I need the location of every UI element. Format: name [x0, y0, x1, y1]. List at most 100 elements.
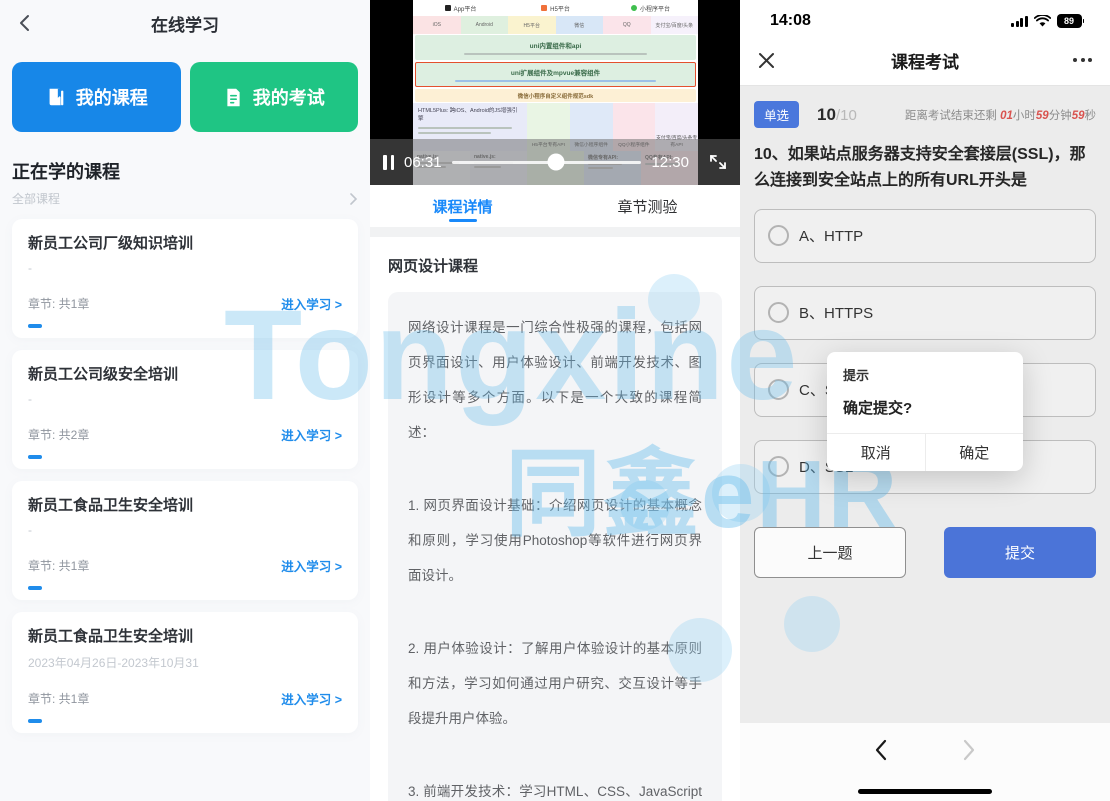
slide-col-h5: H5平台 — [508, 16, 556, 34]
course-subtitle: - — [28, 261, 342, 276]
nav-forward-icon[interactable] — [962, 739, 976, 761]
slide-col-alipay: 支付宝/百度/头条 — [651, 16, 699, 34]
exam-countdown: 距离考试结束还剩 01小时59分钟59秒 — [905, 107, 1096, 123]
slide-col-ios: iOS — [413, 16, 461, 34]
course-progress-bar — [28, 324, 42, 328]
course-subtitle: - — [28, 523, 342, 538]
tab-course-detail[interactable]: 课程详情 — [370, 185, 555, 227]
my-courses-label: 我的课程 — [76, 84, 148, 110]
detail-tabs: 课程详情 章节测验 — [370, 185, 740, 227]
close-icon[interactable] — [758, 52, 775, 69]
submit-button[interactable]: 提交 — [944, 527, 1096, 578]
exam-title: 课程考试 — [891, 48, 959, 73]
enter-study-link[interactable]: 进入学习 > — [281, 556, 342, 575]
course-title: 新员工公司厂级知识培训 — [28, 232, 342, 253]
home-indicator[interactable] — [858, 789, 992, 794]
quick-buttons: 我的课程 我的考试 — [0, 46, 370, 132]
option-b[interactable]: B、HTTPS — [754, 286, 1096, 340]
enter-study-link[interactable]: 进入学习 > — [281, 689, 342, 708]
slide-banner-uni-builtin: uni内置组件和api — [415, 35, 696, 60]
section-title: 正在学的课程 — [12, 158, 358, 184]
dialog-message: 确定提交? — [827, 384, 1023, 433]
description-paragraph: 1. 网页界面设计基础：介绍网页设计的基本概念和原则，学习使用Photoshop… — [408, 488, 702, 593]
course-chapters: 章节: 共1章 — [28, 690, 89, 707]
question-counter: 10/10 — [817, 105, 857, 125]
slide-col-qq: QQ — [603, 16, 651, 34]
course-name-title: 网页设计课程 — [388, 255, 722, 276]
radio-icon[interactable] — [768, 225, 789, 246]
enter-study-link[interactable]: 进入学习 > — [281, 294, 342, 313]
video-progress-track[interactable] — [452, 161, 642, 164]
course-description-body: 网页设计课程 网络设计课程是一门综合性极强的课程，包括网页界面设计、用户体验设计… — [370, 237, 740, 801]
all-courses-link[interactable]: 全部课程 — [12, 190, 60, 207]
book-icon — [45, 86, 67, 108]
exam-footer-buttons: 上一题 提交 — [754, 527, 1096, 578]
description-paragraph: 网络设计课程是一门综合性极强的课程，包括网页界面设计、用户体验设计、前端开发技术… — [408, 310, 702, 450]
course-chapters: 章节: 共1章 — [28, 557, 89, 574]
slide-banner-uni-ext: uni扩展组件及mpvue兼容组件 — [415, 62, 696, 87]
pause-button[interactable] — [383, 155, 394, 170]
my-courses-button[interactable]: 我的课程 — [12, 62, 181, 132]
radio-icon[interactable] — [768, 302, 789, 323]
course-chapters: 章节: 共2章 — [28, 426, 89, 443]
video-player[interactable]: App平台 H5平台 小程序平台 iOS Android H5平台 微信 QQ … — [370, 0, 740, 185]
option-a[interactable]: A、HTTP — [754, 209, 1096, 263]
h5-platform-icon — [541, 5, 547, 11]
fullscreen-icon[interactable] — [709, 153, 727, 171]
slide-header-h5: H5平台 — [508, 0, 603, 16]
question-text: 10、如果站点服务器支持安全套接层(SSL)，那么连接到安全站点上的所有URL开… — [740, 138, 1110, 209]
miniprogram-icon — [631, 5, 637, 11]
video-current-time: 06:31 — [404, 154, 442, 171]
option-label: A、HTTP — [799, 225, 863, 246]
slide-header-app: App平台 — [413, 0, 508, 16]
status-time: 14:08 — [770, 12, 811, 30]
course-card[interactable]: 新员工食品卫生安全培训 - 章节: 共1章 进入学习 > — [12, 481, 358, 600]
nav-back-icon[interactable] — [874, 739, 888, 761]
app-platform-icon — [445, 5, 451, 11]
slide-header-mini: 小程序平台 — [603, 0, 698, 16]
course-title: 新员工食品卫生安全培训 — [28, 494, 342, 515]
screenshot-stage: 在线学习 我的课程 我的考试 — [0, 0, 1110, 801]
dialog-title: 提示 — [827, 352, 1023, 384]
more-icon[interactable] — [1073, 58, 1092, 62]
slide-col-wechat: 微信 — [556, 16, 604, 34]
description-paragraph: 3. 前端开发技术：学习HTML、CSS、JavaScript等前端开发语言和技… — [408, 774, 702, 801]
browser-bottom-bar — [740, 723, 1110, 801]
tab-chapter-quiz[interactable]: 章节测验 — [555, 185, 740, 227]
panel-course-detail: App平台 H5平台 小程序平台 iOS Android H5平台 微信 QQ … — [370, 0, 740, 801]
question-info-row: 单选 10/10 距离考试结束还剩 01小时59分钟59秒 — [740, 86, 1110, 138]
course-title: 新员工食品卫生安全培训 — [28, 625, 342, 646]
video-progress-thumb[interactable] — [547, 154, 564, 171]
status-bar: 14:08 89 — [740, 0, 1110, 36]
radio-icon[interactable] — [768, 379, 789, 400]
current-courses-section: 正在学的课程 全部课程 新员工公司厂级知识培训 - 章节: 共1章 进入学习 >… — [0, 158, 370, 733]
submit-confirm-dialog: 提示 确定提交? 取消 确定 — [827, 352, 1023, 471]
panel-online-learning: 在线学习 我的课程 我的考试 — [0, 0, 370, 801]
wifi-icon — [1034, 15, 1051, 28]
back-icon[interactable] — [16, 14, 34, 32]
course-subtitle: - — [28, 392, 342, 407]
dialog-cancel-button[interactable]: 取消 — [827, 434, 926, 471]
video-controls: 06:31 12:30 — [370, 139, 740, 185]
divider-band — [370, 227, 740, 237]
course-card[interactable]: 新员工食品卫生安全培训 2023年04月26日-2023年10月31 章节: 共… — [12, 612, 358, 733]
left-header: 在线学习 — [0, 0, 370, 46]
dialog-confirm-button[interactable]: 确定 — [926, 434, 1024, 471]
video-total-time: 12:30 — [651, 154, 689, 171]
chevron-right-icon[interactable] — [348, 193, 358, 205]
page-title: 在线学习 — [151, 11, 219, 36]
course-card[interactable]: 新员工公司级安全培训 - 章节: 共2章 进入学习 > — [12, 350, 358, 469]
previous-question-button[interactable]: 上一题 — [754, 527, 906, 578]
course-progress-bar — [28, 586, 42, 590]
enter-study-link[interactable]: 进入学习 > — [281, 425, 342, 444]
battery-icon: 89 — [1057, 14, 1085, 28]
my-exams-button[interactable]: 我的考试 — [190, 62, 359, 132]
course-progress-bar — [28, 719, 42, 723]
document-icon — [223, 87, 244, 108]
course-progress-bar — [28, 455, 42, 459]
question-type-badge: 单选 — [754, 101, 799, 128]
description-paragraph: 2. 用户体验设计：了解用户体验设计的基本原则和方法，学习如何通过用户研究、交互… — [408, 631, 702, 736]
radio-icon[interactable] — [768, 456, 789, 477]
course-card[interactable]: 新员工公司厂级知识培训 - 章节: 共1章 进入学习 > — [12, 219, 358, 338]
exam-navbar: 课程考试 — [740, 36, 1110, 86]
